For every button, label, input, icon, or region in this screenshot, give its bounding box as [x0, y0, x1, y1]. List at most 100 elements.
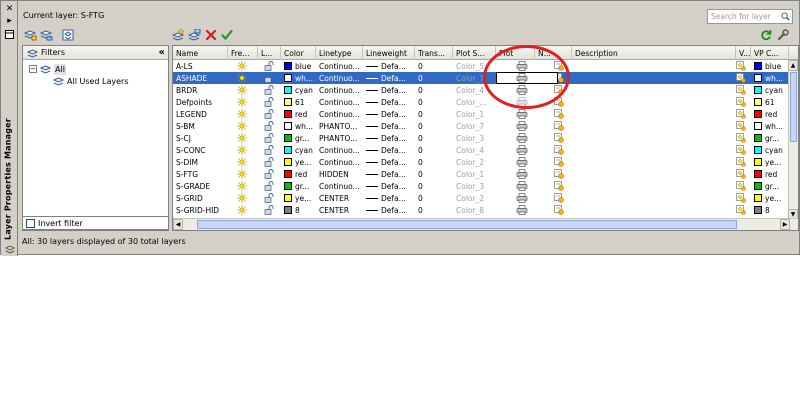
unlock-icon[interactable] [264, 181, 274, 191]
layer-vp-color[interactable]: ye... [751, 192, 789, 204]
properties-icon[interactable] [4, 29, 15, 40]
layer-transparency[interactable]: 0 [415, 96, 453, 108]
set-current-button[interactable] [220, 27, 234, 43]
layer-plot-style[interactable]: Color_2 [453, 156, 496, 168]
layer-transparency[interactable]: 0 [415, 156, 453, 168]
sun-icon[interactable] [237, 169, 247, 179]
layer-states-icon[interactable] [4, 244, 15, 255]
new-vp-freeze-icon[interactable] [554, 193, 564, 203]
layer-vp-color[interactable]: gr... [751, 180, 789, 192]
layer-color[interactable]: blue [281, 60, 316, 72]
column-header[interactable]: Name [173, 46, 228, 60]
layer-description[interactable] [572, 144, 736, 156]
unlock-icon[interactable] [264, 157, 274, 167]
tree-node-all-used-layers[interactable]: All Used Layers [29, 75, 168, 87]
vp-freeze-icon[interactable] [736, 133, 746, 143]
layer-name[interactable]: S-GRADE [173, 180, 228, 192]
layer-description[interactable] [572, 60, 736, 72]
layer-plot-style[interactable]: Color_8 [453, 204, 496, 216]
layer-lineweight[interactable]: Defa... [363, 84, 415, 96]
layer-transparency[interactable]: 0 [415, 168, 453, 180]
scroll-right-icon[interactable]: ▶ [780, 219, 790, 230]
layer-transparency[interactable]: 0 [415, 132, 453, 144]
checkbox-box[interactable] [26, 218, 35, 228]
layer-plot-style[interactable]: Color_4 [453, 144, 496, 156]
vp-freeze-icon[interactable] [736, 205, 746, 215]
unlock-icon[interactable] [264, 73, 274, 83]
new-vp-freeze-icon[interactable] [554, 133, 564, 143]
printer-icon[interactable] [516, 109, 528, 119]
layer-lineweight[interactable]: Defa... [363, 192, 415, 204]
layer-row[interactable]: LEGEND red Continuo... Defa... 0 Color_1 red [173, 108, 798, 120]
layer-plot-style[interactable]: Color_3 [453, 132, 496, 144]
layer-transparency[interactable]: 0 [415, 108, 453, 120]
layer-lineweight[interactable]: Defa... [363, 120, 415, 132]
column-header[interactable]: Trans... [415, 46, 453, 60]
new-vp-freeze-icon[interactable] [554, 109, 564, 119]
column-header[interactable]: Color [281, 46, 316, 60]
layer-linetype[interactable]: Continuo... [316, 84, 363, 96]
new-vp-freeze-icon[interactable] [554, 145, 564, 155]
layer-plot-style[interactable]: Color_... [453, 96, 496, 108]
vertical-scroll-thumb[interactable] [790, 72, 797, 142]
layer-plot-style[interactable]: Color_3 [453, 180, 496, 192]
column-header[interactable]: Lineweight [363, 46, 415, 60]
vp-freeze-icon[interactable] [736, 73, 746, 83]
layer-vp-color[interactable]: wh... [751, 120, 789, 132]
new-filter-button[interactable] [23, 27, 37, 43]
vp-freeze-icon[interactable] [736, 85, 746, 95]
layer-transparency[interactable]: 0 [415, 72, 453, 84]
tree-collapse-icon[interactable]: − [29, 65, 37, 73]
unlock-icon[interactable] [264, 169, 274, 179]
layer-name[interactable]: A-LS [173, 60, 228, 72]
vp-freeze-icon[interactable] [736, 181, 746, 191]
unlock-icon[interactable] [264, 145, 274, 155]
unlock-icon[interactable] [264, 85, 274, 95]
printer-icon[interactable] [516, 133, 528, 143]
printer-icon[interactable] [516, 121, 528, 131]
layer-color[interactable]: cyan [281, 84, 316, 96]
layer-row[interactable]: S-DIM ye... Continuo... Defa... 0 Color_2 ye..… [173, 156, 798, 168]
vp-freeze-icon[interactable] [736, 121, 746, 131]
search-input[interactable]: Search for layer [707, 9, 793, 24]
new-vp-freeze-icon[interactable] [554, 121, 564, 131]
unlock-icon[interactable] [264, 193, 274, 203]
layer-transparency[interactable]: 0 [415, 192, 453, 204]
layer-linetype[interactable]: Continuo... [316, 156, 363, 168]
column-header[interactable]: Linetype [316, 46, 363, 60]
layer-transparency[interactable]: 0 [415, 120, 453, 132]
layer-vp-color[interactable]: 61 [751, 96, 789, 108]
layer-description[interactable] [572, 108, 736, 120]
unlock-icon[interactable] [264, 133, 274, 143]
new-vp-frozen-layer-button[interactable] [187, 27, 201, 43]
sun-icon[interactable] [237, 121, 247, 131]
printer-icon[interactable] [516, 145, 528, 155]
layer-description[interactable] [572, 120, 736, 132]
layer-row[interactable]: S-CONC cyan Continuo... Defa... 0 Color_4 cyan [173, 144, 798, 156]
layer-vp-color[interactable]: cyan [751, 144, 789, 156]
layer-linetype[interactable]: Continuo... [316, 180, 363, 192]
layer-name[interactable]: S-CJ [173, 132, 228, 144]
layer-plot-style[interactable]: Color_7 [453, 120, 496, 132]
layer-lineweight[interactable]: Defa... [363, 144, 415, 156]
close-icon[interactable]: ✕ [4, 3, 15, 14]
new-vp-freeze-icon[interactable] [554, 169, 564, 179]
layer-vp-color[interactable]: red [751, 108, 789, 120]
layer-color[interactable]: gr... [281, 132, 316, 144]
layer-vp-color[interactable]: red [751, 168, 789, 180]
layer-linetype[interactable]: Continuo... [316, 144, 363, 156]
layer-plot-style[interactable]: Color_2 [453, 192, 496, 204]
refresh-button[interactable] [759, 27, 773, 43]
layer-row[interactable]: S-BM wh... PHANTO... Defa... 0 Color_7 wh... [173, 120, 798, 132]
layer-color[interactable]: wh... [281, 72, 316, 84]
layer-description[interactable] [572, 204, 736, 216]
layer-linetype[interactable]: Continuo... [316, 108, 363, 120]
column-header[interactable]: VP C... [751, 46, 789, 60]
layer-linetype[interactable]: PHANTO... [316, 120, 363, 132]
layer-color[interactable]: 61 [281, 96, 316, 108]
layer-description[interactable] [572, 180, 736, 192]
layer-color[interactable]: cyan [281, 144, 316, 156]
layer-lineweight[interactable]: Defa... [363, 72, 415, 84]
layer-plot-style[interactable]: Color_1 [453, 168, 496, 180]
layer-row[interactable]: S-FTG red HIDDEN Defa... 0 Color_1 red [173, 168, 798, 180]
